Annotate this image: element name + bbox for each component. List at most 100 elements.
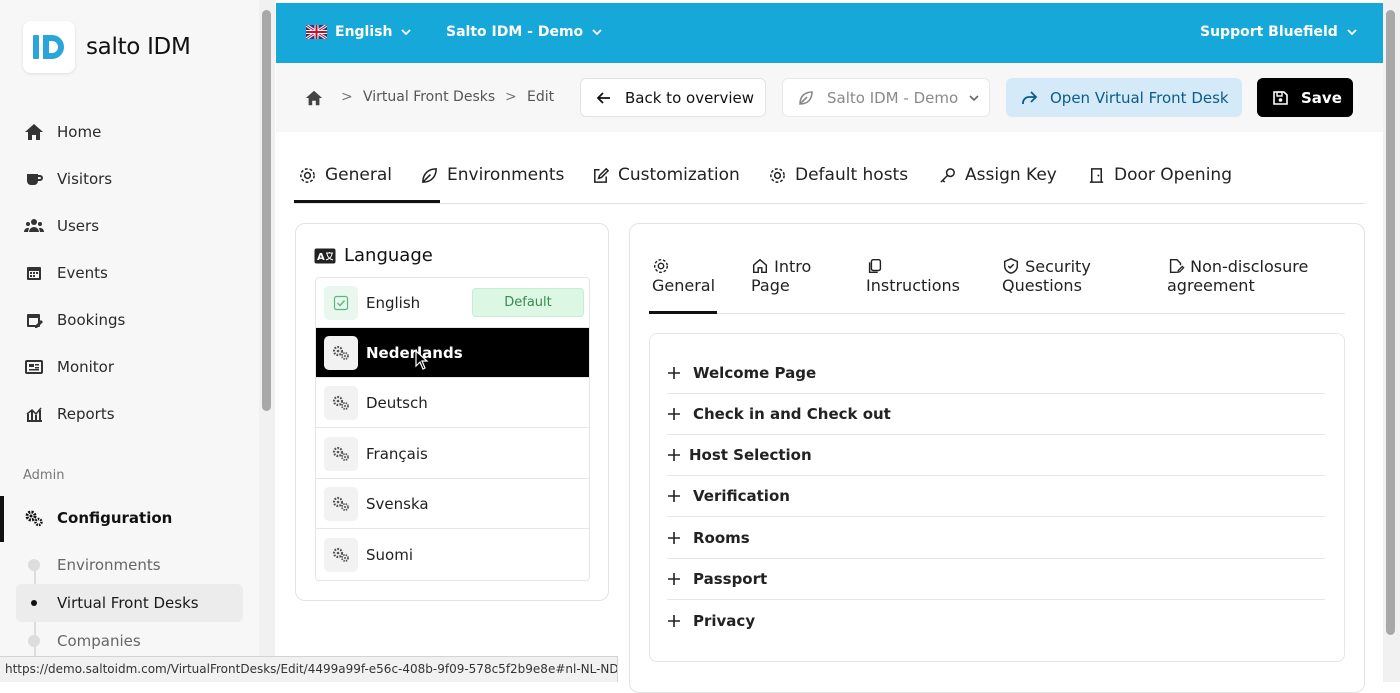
gears-icon xyxy=(324,386,358,420)
environment-select-value: Salto IDM - Demo xyxy=(827,88,959,107)
language-name: Deutsch xyxy=(366,394,428,412)
sidebar: salto IDM Home Visitors Users Events Boo… xyxy=(0,0,259,682)
tab-label: Customization xyxy=(618,165,740,185)
subtab-label: Instructions xyxy=(866,276,960,295)
tab-customization[interactable]: Customization xyxy=(591,165,740,185)
section-label: Check in and Check out xyxy=(693,405,891,423)
gears-icon xyxy=(324,437,358,471)
plus-icon xyxy=(668,408,680,420)
sidebar-subitem-virtual-front-desks[interactable]: Virtual Front Desks xyxy=(16,584,243,622)
uk-flag-icon xyxy=(306,25,327,39)
section-passport[interactable]: Passport xyxy=(667,559,1325,600)
users-icon xyxy=(24,219,44,232)
tab-label: Environments xyxy=(447,165,565,185)
calendar-edit-icon xyxy=(27,314,43,328)
back-button-label: Back to overview xyxy=(625,88,755,107)
tab-label: Door Opening xyxy=(1114,165,1232,185)
sidebar-item-label: Users xyxy=(57,217,100,235)
active-tab-indicator xyxy=(294,200,440,203)
language-title: A Language xyxy=(314,245,433,266)
section-rooms[interactable]: Rooms xyxy=(667,518,1325,559)
gears-icon xyxy=(324,538,358,572)
breadcrumb-item-virtual-front-desks[interactable]: Virtual Front Desks xyxy=(363,89,495,105)
sidebar-item-events[interactable]: Events xyxy=(24,263,108,283)
breadcrumb-item-edit: Edit xyxy=(527,89,555,105)
section-host-selection[interactable]: Host Selection xyxy=(667,435,1325,476)
app-logo[interactable]: salto IDM xyxy=(23,21,191,73)
sidebar-item-bookings[interactable]: Bookings xyxy=(24,310,125,330)
plus-icon xyxy=(668,573,680,585)
section-label: Welcome Page xyxy=(693,364,817,382)
subtab-label: Non-disclosure xyxy=(1190,257,1309,276)
section-label: Rooms xyxy=(693,529,750,547)
chevron-down-icon xyxy=(969,94,979,101)
language-item-english[interactable]: English Default xyxy=(316,278,589,328)
sidebar-item-visitors[interactable]: Visitors xyxy=(24,169,112,189)
section-verification[interactable]: Verification xyxy=(667,476,1325,517)
tab-label: Assign Key xyxy=(965,165,1057,185)
sidebar-item-configuration[interactable]: Configuration xyxy=(0,496,259,542)
leaf-icon xyxy=(422,167,437,183)
page-scrollbar-thumb[interactable] xyxy=(1386,10,1395,635)
language-name: English xyxy=(366,294,421,312)
main-tabs: General Environments Customization Defau… xyxy=(294,152,1365,204)
save-icon xyxy=(1273,90,1288,105)
section-check-in-check-out[interactable]: Check in and Check out xyxy=(667,394,1325,435)
back-to-overview-button[interactable]: Back to overview xyxy=(580,78,766,117)
shield-icon xyxy=(1003,258,1019,274)
sidebar-item-monitor[interactable]: Monitor xyxy=(24,357,114,377)
salto-logo-icon xyxy=(33,35,64,59)
tab-default-hosts[interactable]: Default hosts xyxy=(768,165,908,185)
leaf-icon xyxy=(799,90,813,105)
tab-environments[interactable]: Environments xyxy=(420,165,564,185)
save-button-label: Save xyxy=(1301,88,1342,107)
language-item-suomi[interactable]: Suomi xyxy=(316,530,589,580)
subtab-general[interactable]: General xyxy=(652,257,715,295)
arrow-left-icon xyxy=(596,91,610,104)
language-icon: A xyxy=(314,248,336,263)
section-welcome-page[interactable]: Welcome Page xyxy=(667,353,1325,394)
tab-door-opening[interactable]: Door Opening xyxy=(1087,165,1232,185)
tab-assign-key[interactable]: Assign Key xyxy=(938,165,1057,185)
language-item-francais[interactable]: Français xyxy=(316,429,589,479)
language-item-deutsch[interactable]: Deutsch xyxy=(316,378,589,428)
tab-label: General xyxy=(325,165,392,185)
subtab-non-disclosure[interactable]: Non-disclosure agreement xyxy=(1167,257,1308,295)
sidebar-item-reports[interactable]: Reports xyxy=(24,404,115,424)
language-dropdown[interactable]: English xyxy=(306,24,412,40)
sidebar-item-home[interactable]: Home xyxy=(24,122,101,142)
admin-section-label: Admin xyxy=(23,468,65,483)
default-badge: Default xyxy=(472,288,584,317)
gears-icon xyxy=(25,510,43,527)
home-icon[interactable] xyxy=(305,89,323,107)
door-icon xyxy=(1089,167,1104,183)
subtab-label: Intro xyxy=(774,257,812,276)
tab-general[interactable]: General xyxy=(298,165,392,185)
sidebar-item-label: Visitors xyxy=(57,170,113,188)
subtab-security-questions[interactable]: Security Questions xyxy=(1002,257,1091,295)
section-label: Host Selection xyxy=(689,446,812,464)
section-label: Passport xyxy=(693,570,768,588)
sidebar-item-label: Reports xyxy=(57,405,115,423)
language-item-nederlands[interactable]: Nederlands xyxy=(316,328,589,378)
language-list: English Default Nederlands Deutsch Franç… xyxy=(315,277,590,581)
environment-select[interactable]: Salto IDM - Demo xyxy=(782,78,990,117)
plus-icon xyxy=(668,532,680,544)
open-virtual-front-desk-button[interactable]: Open Virtual Front Desk xyxy=(1006,78,1242,117)
sidebar-subitem-companies[interactable]: Companies xyxy=(16,622,243,660)
environment-dropdown[interactable]: Salto IDM - Demo xyxy=(446,24,603,40)
language-item-svenska[interactable]: Svenska xyxy=(316,479,589,529)
bullet-icon xyxy=(28,559,40,571)
user-menu[interactable]: Support Bluefield xyxy=(1200,24,1358,40)
sidebar-item-label: Home xyxy=(57,123,102,141)
sidebar-item-users[interactable]: Users xyxy=(24,216,99,236)
subtab-label-line2: Page xyxy=(751,276,790,295)
save-button[interactable]: Save xyxy=(1257,78,1353,117)
checkbox-icon xyxy=(324,286,358,320)
sidebar-subitem-environments[interactable]: Environments xyxy=(16,546,243,584)
subtab-intro-page[interactable]: Intro Page xyxy=(751,257,811,295)
breadcrumb-separator: > xyxy=(505,89,517,105)
sidebar-scrollbar-thumb[interactable] xyxy=(262,10,271,411)
section-privacy[interactable]: Privacy xyxy=(667,600,1325,641)
subtab-instructions[interactable]: Instructions xyxy=(866,257,960,295)
